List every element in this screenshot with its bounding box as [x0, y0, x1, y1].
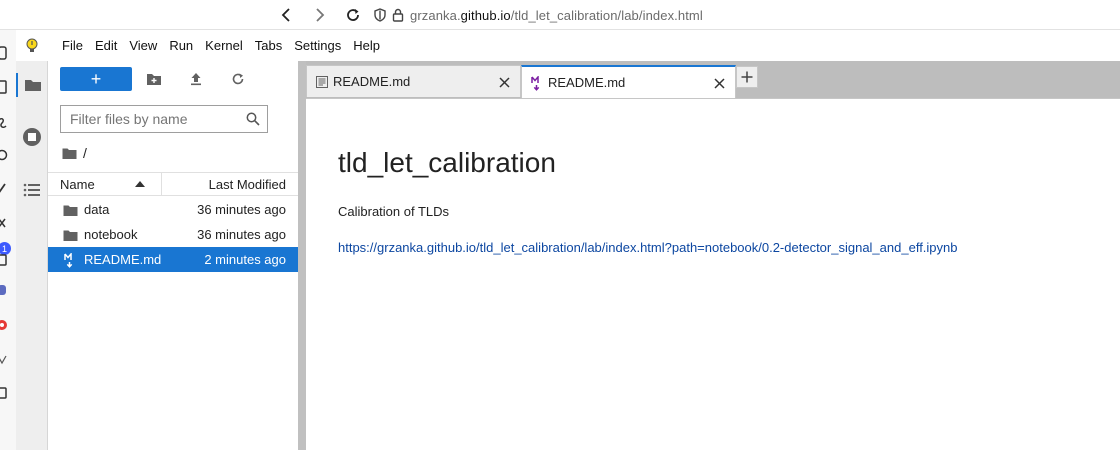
back-button[interactable] [274, 3, 298, 27]
filter-files-input[interactable] [70, 111, 240, 127]
column-name-label: Name [60, 176, 95, 192]
sidebar-app-icon[interactable] [0, 46, 9, 60]
markdown-icon [62, 252, 78, 268]
file-modified: 36 minutes ago [197, 202, 286, 217]
file-name: data [84, 202, 110, 217]
new-folder-button[interactable] [144, 69, 164, 89]
file-list-item[interactable]: notebook 36 minutes ago [48, 222, 298, 247]
file-list-header: Name Last Modified [48, 172, 298, 196]
column-modified-label: Last Modified [208, 176, 286, 192]
file-browser-panel: + / Name Last Modified data 36 minutes a… [48, 61, 298, 450]
panel-splitter[interactable] [298, 61, 306, 450]
markdown-icon [530, 75, 544, 91]
refresh-button[interactable] [228, 69, 248, 89]
file-list: data 36 minutes ago notebook 36 minutes … [48, 197, 298, 272]
tab-readme-preview[interactable]: README.md [521, 65, 736, 98]
forward-button[interactable] [308, 3, 332, 27]
main-dock-panel: README.md README.md tld_let_calibration … [306, 61, 1120, 450]
menu-edit[interactable]: Edit [89, 30, 123, 61]
chevron-left-icon [281, 8, 290, 22]
close-icon[interactable] [711, 75, 727, 91]
new-launcher-button[interactable]: + [60, 67, 132, 91]
url-path: /tld_let_calibration/lab/index.html [510, 7, 703, 23]
lock-icon [392, 8, 404, 22]
browser-sidebar: 1 [0, 30, 16, 450]
url-text: grzanka.github.io/tld_let_calibration/la… [410, 8, 703, 23]
jupyterlite-logo-icon [18, 32, 46, 60]
sidebar-app-icon[interactable] [0, 386, 9, 400]
document-title: tld_let_calibration [338, 147, 556, 178]
sidebar-app-icon[interactable] [0, 148, 9, 162]
file-browser-tab[interactable] [16, 73, 48, 97]
file-list-item[interactable]: README.md 2 minutes ago [48, 247, 298, 272]
address-bar[interactable]: grzanka.github.io/tld_let_calibration/la… [374, 3, 703, 27]
document-paragraph: Calibration of TLDs [338, 204, 450, 219]
breadcrumb: / [62, 144, 87, 162]
table-of-contents-tab[interactable] [20, 178, 44, 202]
tab-readme-editor[interactable]: README.md [306, 65, 521, 97]
menu-view[interactable]: View [123, 30, 163, 61]
sidebar-app-icon[interactable] [0, 252, 9, 266]
menu-tabs[interactable]: Tabs [249, 30, 288, 61]
file-list-item[interactable]: data 36 minutes ago [48, 197, 298, 222]
file-name: notebook [84, 227, 138, 242]
sidebar-app-icon[interactable] [0, 216, 9, 230]
column-modified-header[interactable]: Last Modified [162, 173, 298, 195]
document-tab-bar: README.md README.md [306, 61, 1120, 98]
file-browser-toolbar: + [48, 61, 298, 97]
list-icon [23, 183, 40, 197]
sidebar-app-icon[interactable] [0, 318, 9, 332]
menu-run[interactable]: Run [163, 30, 199, 61]
tab-label: README.md [333, 74, 411, 89]
sidebar-app-icon[interactable] [0, 352, 9, 366]
text-file-icon [315, 75, 329, 89]
menu-settings[interactable]: Settings [288, 30, 347, 61]
upload-icon [191, 73, 201, 86]
sidebar-app-icon[interactable] [0, 283, 9, 297]
sidebar-app-icon[interactable] [0, 182, 9, 196]
add-tab-button[interactable] [736, 66, 758, 88]
left-activity-bar [16, 61, 48, 450]
refresh-icon [232, 73, 244, 85]
file-modified: 36 minutes ago [197, 227, 286, 242]
column-name-header[interactable]: Name [48, 173, 162, 195]
breadcrumb-root[interactable]: / [83, 145, 87, 161]
menu-kernel[interactable]: Kernel [199, 30, 249, 61]
new-folder-icon [147, 74, 161, 85]
stop-circle-icon [23, 128, 41, 146]
running-sessions-tab[interactable] [20, 125, 44, 149]
search-icon [246, 112, 260, 126]
upload-button[interactable] [186, 69, 206, 89]
markdown-preview: tld_let_calibration Calibration of TLDs … [306, 98, 1120, 450]
reload-button[interactable] [341, 3, 365, 27]
sidebar-app-icon[interactable] [0, 116, 9, 130]
filter-files-box [60, 105, 268, 133]
tab-label: README.md [548, 75, 626, 90]
chevron-right-icon [316, 8, 325, 22]
close-icon[interactable] [496, 74, 512, 90]
plus-icon [741, 71, 753, 83]
menu-file[interactable]: File [56, 30, 89, 61]
shield-icon [374, 8, 386, 22]
folder-icon [62, 202, 78, 218]
browser-toolbar: grzanka.github.io/tld_let_calibration/la… [0, 0, 1120, 30]
file-modified: 2 minutes ago [204, 252, 286, 267]
url-prefix: grzanka. [410, 7, 461, 23]
file-name: README.md [84, 252, 162, 267]
sidebar-app-icon[interactable] [0, 80, 9, 94]
home-folder-icon[interactable] [62, 147, 77, 160]
reload-icon [347, 9, 359, 21]
url-host: github.io [460, 7, 511, 23]
caret-up-icon [135, 181, 145, 187]
folder-icon [62, 227, 78, 243]
document-link[interactable]: https://grzanka.github.io/tld_let_calibr… [338, 240, 958, 255]
folder-icon [25, 80, 41, 91]
menu-help[interactable]: Help [347, 30, 386, 61]
main-menubar: File Edit View Run Kernel Tabs Settings … [16, 30, 1120, 61]
